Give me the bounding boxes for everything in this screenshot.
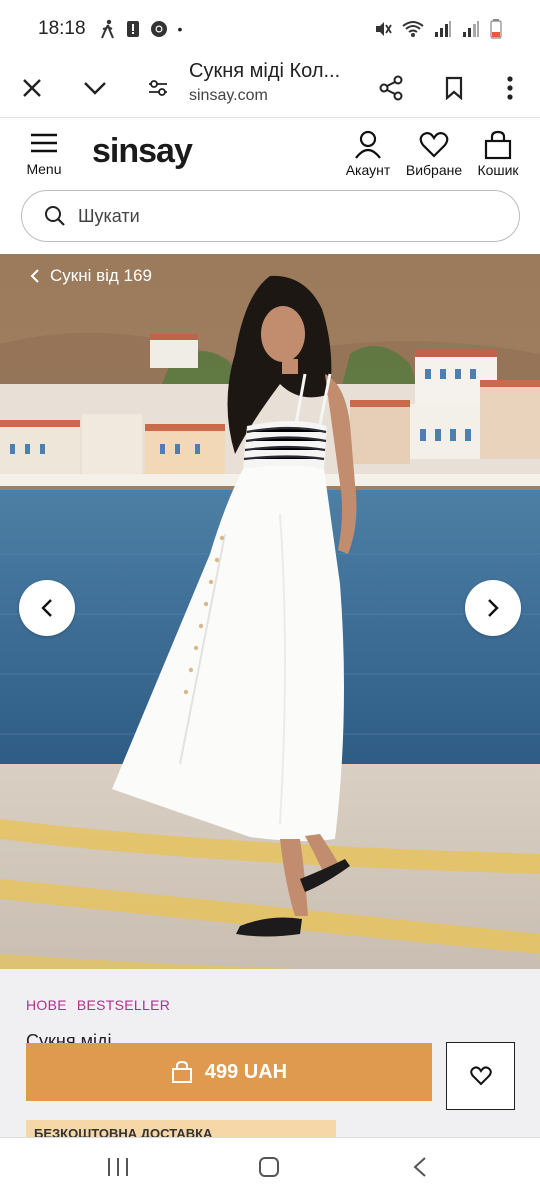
price-label: 499 UAH xyxy=(204,1060,288,1083)
chrome-icon xyxy=(150,21,167,37)
status-time: 18:18 xyxy=(38,18,86,39)
share-button[interactable] xyxy=(369,66,413,110)
battery-icon xyxy=(490,19,502,39)
prev-image-button[interactable] xyxy=(19,580,75,636)
hamburger-icon xyxy=(31,133,57,153)
add-to-cart-button[interactable]: 499 UAH xyxy=(26,1043,432,1101)
badge-bestseller: BESTSELLER xyxy=(76,997,171,1013)
more-vertical-icon xyxy=(507,75,513,100)
back-icon xyxy=(413,1157,426,1177)
sinsay-logo[interactable]: sinsay xyxy=(92,132,193,171)
cart-label: Кошик xyxy=(477,162,519,178)
notification-dot-icon: • xyxy=(177,21,183,37)
close-icon xyxy=(23,78,41,97)
add-to-wishlist-button[interactable] xyxy=(446,1042,515,1110)
heart-icon xyxy=(469,1066,492,1086)
recent-apps-button[interactable] xyxy=(106,1156,130,1183)
bookmark-button[interactable] xyxy=(432,66,476,110)
page-domain: sinsay.com xyxy=(189,87,268,104)
bag-icon xyxy=(484,130,512,160)
minimize-tab-button[interactable] xyxy=(73,66,117,110)
chevron-right-icon xyxy=(488,599,499,617)
close-tab-button[interactable] xyxy=(10,66,54,110)
bag-icon xyxy=(171,1060,192,1083)
chevron-left-icon xyxy=(30,269,39,283)
share-icon xyxy=(379,75,403,100)
cart-button[interactable]: Кошик xyxy=(475,130,521,178)
user-icon xyxy=(355,130,381,159)
chevron-left-icon xyxy=(41,599,52,617)
signal-icon xyxy=(435,21,451,37)
wifi-icon xyxy=(402,21,424,37)
wishlist-label: Вибране xyxy=(405,162,463,178)
wishlist-button[interactable]: Вибране xyxy=(404,130,464,178)
search-input[interactable]: Шукати xyxy=(21,190,520,242)
site-header: Menu sinsay Акаунт Вибране Кошик xyxy=(0,118,540,188)
back-button[interactable] xyxy=(412,1156,428,1183)
system-navigation-bar xyxy=(0,1137,540,1200)
product-image[interactable]: Сукні від 169 xyxy=(0,254,540,969)
more-options-button[interactable] xyxy=(488,66,532,110)
breadcrumb[interactable]: Сукні від 169 xyxy=(30,266,152,286)
search-placeholder: Шукати xyxy=(78,205,140,226)
next-image-button[interactable] xyxy=(465,580,521,636)
page-title-block[interactable]: Сукня міді Кол... sinsay.com xyxy=(189,60,364,105)
signal-icon-2 xyxy=(463,21,479,37)
recents-icon xyxy=(108,1158,128,1176)
chevron-down-icon xyxy=(84,81,106,95)
menu-button[interactable]: Menu xyxy=(24,132,64,177)
status-bar: 18:18 • xyxy=(0,0,540,58)
product-photo xyxy=(0,254,540,969)
product-info: НОВЕ BESTSELLER Сукня міді БЕЗКОШТОВНА Д… xyxy=(0,969,540,1137)
home-button[interactable] xyxy=(258,1156,280,1183)
tune-icon xyxy=(149,79,167,96)
home-icon xyxy=(259,1157,279,1177)
account-label: Акаунт xyxy=(345,162,391,178)
promo-banner: БЕЗКОШТОВНА ДОСТАВКА xyxy=(26,1120,336,1137)
menu-label: Menu xyxy=(26,161,62,177)
product-badges: НОВЕ BESTSELLER xyxy=(26,997,170,1013)
breadcrumb-label: Сукні від 169 xyxy=(50,266,152,285)
page-info-button[interactable] xyxy=(136,66,180,110)
mute-icon xyxy=(376,22,392,36)
search-icon xyxy=(45,206,65,226)
badge-new: НОВЕ xyxy=(26,997,67,1013)
page-title: Сукня міді Кол... xyxy=(189,60,341,82)
account-button[interactable]: Акаунт xyxy=(343,130,393,178)
browser-toolbar: Сукня міді Кол... sinsay.com xyxy=(0,58,540,118)
bookmark-icon xyxy=(445,76,463,100)
walking-icon xyxy=(100,19,114,39)
heart-icon xyxy=(419,132,449,158)
alert-icon xyxy=(126,21,139,37)
